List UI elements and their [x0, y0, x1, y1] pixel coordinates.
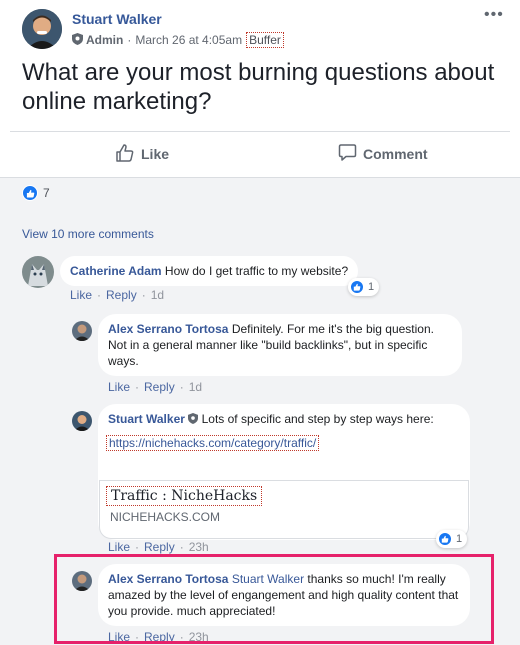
admin-shield-icon — [72, 32, 83, 48]
comment-reaction-count: 1 — [368, 281, 375, 293]
reply-author[interactable]: Stuart Walker — [108, 412, 185, 426]
comment-button[interactable]: Comment — [338, 143, 428, 165]
admin-shield-icon — [188, 412, 199, 428]
comment-text: How do I get traffic to my website? — [164, 264, 349, 278]
reaction-count: 7 — [43, 186, 50, 200]
comment-reply-link[interactable]: Reply — [106, 288, 137, 302]
ellipsis-icon[interactable]: ••• — [484, 7, 504, 23]
link-preview-card[interactable]: Traffic : NicheHacks NICHEHACKS.COM — [99, 480, 469, 539]
link-preview-domain: NICHEHACKS.COM — [110, 510, 221, 524]
view-more-comments-link[interactable]: View 10 more comments — [22, 227, 154, 241]
thumbs-up-icon — [115, 143, 141, 166]
comment-button-label: Comment — [363, 146, 428, 162]
reply-timestamp[interactable]: 23h — [189, 540, 209, 554]
reply-like-link[interactable]: Like — [108, 380, 130, 394]
action-bar — [10, 131, 510, 177]
admin-label: Admin — [86, 33, 124, 47]
meta-separator: · — [127, 33, 132, 47]
reply-actions: Like · Reply · 1d — [108, 380, 203, 394]
reply-reply-link[interactable]: Reply — [144, 380, 175, 394]
reply-reaction-badge[interactable]: 1 — [436, 530, 468, 548]
comment-author[interactable]: Catherine Adam — [70, 264, 162, 278]
reply-bubble: Alex Serrano Tortosa Definitely. For me … — [98, 314, 462, 376]
reply-actions: Like · Reply · 23h — [108, 540, 209, 554]
reply-reaction-count: 1 — [456, 533, 463, 545]
like-reaction-icon — [438, 532, 452, 546]
comment-timestamp[interactable]: 1d — [151, 288, 164, 302]
post-text: What are your most burning questions abo… — [22, 59, 495, 115]
author-avatar[interactable] — [22, 9, 62, 49]
comment-reaction-badge[interactable]: 1 — [348, 278, 380, 296]
like-reaction-icon — [22, 185, 38, 201]
reply-link-url[interactable]: https://nichehacks.com/category/traffic/ — [106, 435, 320, 451]
reply-avatar[interactable] — [72, 411, 92, 431]
via-app-tag[interactable]: Buffer — [246, 32, 284, 48]
highlight-annotation-box — [54, 554, 494, 644]
like-button[interactable]: Like — [115, 143, 169, 165]
commenter-avatar[interactable] — [22, 256, 54, 288]
post-meta: Admin · March 26 at 4:05am Buffer — [72, 32, 284, 48]
reactions-summary[interactable]: 7 — [22, 185, 50, 201]
speech-bubble-icon — [338, 143, 363, 165]
post-author-name[interactable]: Stuart Walker — [72, 11, 162, 27]
post-timestamp[interactable]: March 26 at 4:05am — [135, 33, 242, 47]
comment-actions: Like · Reply · 1d — [70, 288, 165, 302]
like-reaction-icon — [350, 280, 364, 294]
reply-avatar[interactable] — [72, 321, 92, 341]
like-button-label: Like — [141, 146, 170, 162]
reply-timestamp[interactable]: 1d — [189, 380, 202, 394]
reply-text: Lots of specific and step by step ways h… — [201, 412, 434, 426]
link-preview-title[interactable]: Traffic : NicheHacks — [106, 486, 263, 506]
reply-like-link[interactable]: Like — [108, 540, 130, 554]
comment-like-link[interactable]: Like — [70, 288, 92, 302]
comment-bubble: Catherine Adam How do I get traffic to m… — [60, 256, 359, 286]
reply-reply-link[interactable]: Reply — [144, 540, 175, 554]
reply-author[interactable]: Alex Serrano Tortosa — [108, 322, 228, 336]
